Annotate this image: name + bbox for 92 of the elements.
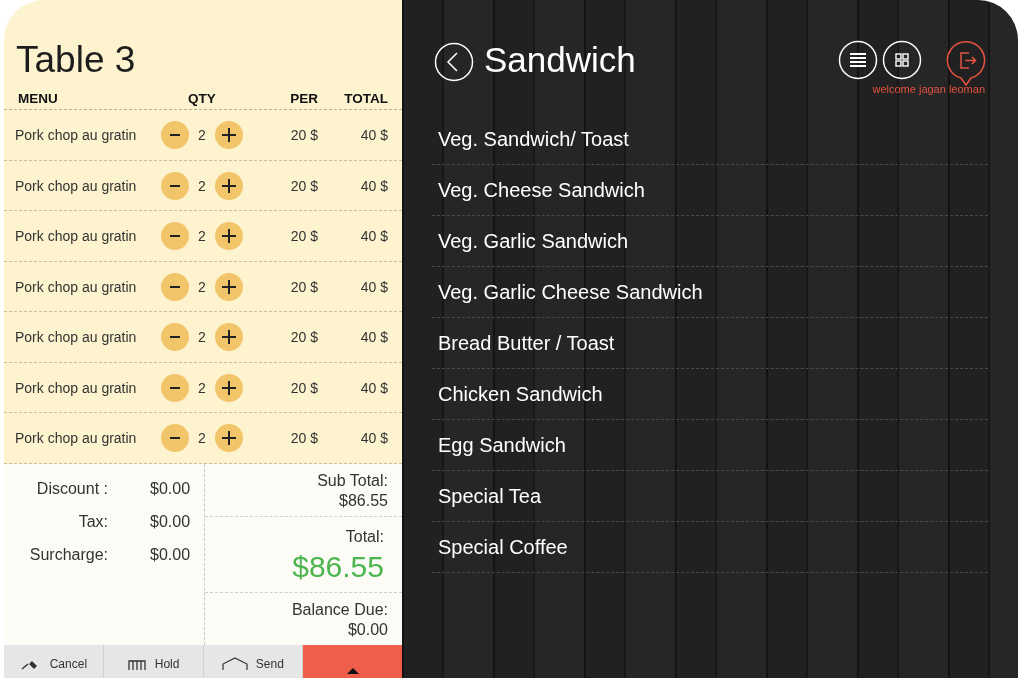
plus-icon <box>222 229 236 244</box>
plus-icon <box>222 431 236 446</box>
table-cell-text: 20 $ <box>289 127 318 144</box>
welcome-text: welcome jagan leoman <box>872 83 985 95</box>
balance-label: Balance Due: <box>290 599 388 620</box>
table-cell-text: 20 $ <box>289 177 318 194</box>
table-cell-text: 20 $ <box>289 430 318 447</box>
plus-button[interactable] <box>215 171 243 200</box>
minus-button[interactable] <box>161 424 189 453</box>
minus-button[interactable] <box>161 272 189 301</box>
table-cell-text: 20 $ <box>289 329 318 346</box>
total-value: $86.55 <box>291 548 384 585</box>
plus-button[interactable] <box>215 222 243 251</box>
plus-icon <box>222 380 236 395</box>
minus-button[interactable] <box>161 171 189 200</box>
pay-button[interactable] <box>303 644 402 678</box>
quantity: 2 <box>197 228 207 245</box>
menu-item[interactable]: Chicken Sandwich <box>432 369 988 420</box>
menu-item[interactable]: Special Tea <box>432 471 988 522</box>
table-cell-text: 20 $ <box>289 228 318 245</box>
table-cell-text: 20 $ <box>289 278 318 295</box>
minus-button[interactable] <box>161 121 189 150</box>
quantity: 2 <box>197 329 207 346</box>
menu-item[interactable]: Veg. Sandwich/ Toast <box>432 114 988 165</box>
minus-icon <box>170 285 180 288</box>
quantity: 2 <box>197 430 207 447</box>
minus-button[interactable] <box>161 373 189 402</box>
plus-button[interactable] <box>215 424 243 453</box>
quantity: 2 <box>197 379 207 396</box>
plus-icon <box>222 330 236 345</box>
category-title: Sandwich <box>484 40 636 80</box>
minus-icon <box>170 386 180 389</box>
minus-icon <box>170 437 180 440</box>
plus-button[interactable] <box>215 323 243 352</box>
menu-item[interactable]: Veg. Garlic Sandwich <box>432 216 988 267</box>
summary-value: $0.00 <box>150 512 191 532</box>
table-cell-text: Pork chop au gratin <box>14 379 138 396</box>
minus-icon <box>170 184 180 187</box>
menu-item[interactable]: Veg. Cheese Sandwich <box>432 165 988 216</box>
minus-button[interactable] <box>161 323 189 352</box>
table-cell-text: Pork chop au gratin <box>14 127 138 144</box>
column-header: QTY <box>188 90 216 106</box>
send-button[interactable]: Send <box>203 644 304 678</box>
grid-view-button[interactable] <box>882 40 922 80</box>
list-view-button[interactable] <box>838 40 878 80</box>
column-header: TOTAL <box>343 90 388 106</box>
balance-value: $0.00 <box>346 619 388 640</box>
minus-icon <box>170 134 180 137</box>
table-cell-text: 40 $ <box>359 278 388 295</box>
summary-value: $0.00 <box>150 479 191 499</box>
table-cell-text: Pork chop au gratin <box>14 177 138 194</box>
plus-icon <box>222 178 236 193</box>
logout-button[interactable] <box>946 40 986 86</box>
quantity: 2 <box>197 127 207 144</box>
table-cell-text: Pork chop au gratin <box>14 430 138 447</box>
menu-item[interactable]: Veg. Garlic Cheese Sandwich <box>432 267 988 318</box>
order-title: Table 3 <box>15 38 137 81</box>
table-cell-text: 40 $ <box>359 177 388 194</box>
table-cell-text: 40 $ <box>359 379 388 396</box>
table-cell-text: 40 $ <box>359 329 388 346</box>
summary-value: $0.00 <box>150 545 191 565</box>
column-header: MENU <box>17 90 59 106</box>
back-button[interactable] <box>434 42 474 82</box>
column-header: PER <box>289 90 318 106</box>
subtotal-label: Sub Total: <box>316 470 388 491</box>
plus-button[interactable] <box>215 121 243 150</box>
plus-button[interactable] <box>215 373 243 402</box>
minus-button[interactable] <box>161 222 189 251</box>
summary-label: Surcharge: <box>28 545 108 565</box>
plus-icon <box>222 279 236 294</box>
summary-label: Discount : <box>35 479 108 499</box>
hold-button[interactable]: Hold <box>103 644 204 678</box>
menu-item[interactable]: Egg Sandwich <box>432 420 988 471</box>
quantity: 2 <box>197 177 207 194</box>
table-cell-text: 40 $ <box>359 430 388 447</box>
plus-icon <box>222 128 236 143</box>
menu-item[interactable]: Special Coffee <box>432 522 988 573</box>
table-cell-text: Pork chop au gratin <box>14 228 138 245</box>
table-cell-text: 40 $ <box>359 228 388 245</box>
table-cell-text: 20 $ <box>289 379 318 396</box>
total-label: Total: <box>344 526 384 547</box>
table-cell-text: 40 $ <box>359 127 388 144</box>
plus-button[interactable] <box>215 272 243 301</box>
menu-item[interactable]: Bread Butter / Toast <box>432 318 988 369</box>
cancel-button[interactable]: Cancel <box>4 644 104 678</box>
minus-icon <box>170 336 180 339</box>
minus-icon <box>170 235 180 238</box>
quantity: 2 <box>197 278 207 295</box>
subtotal-value: $86.55 <box>338 490 388 511</box>
summary-label: Tax: <box>77 512 108 532</box>
table-cell-text: Pork chop au gratin <box>14 278 138 295</box>
table-cell-text: Pork chop au gratin <box>14 329 138 346</box>
